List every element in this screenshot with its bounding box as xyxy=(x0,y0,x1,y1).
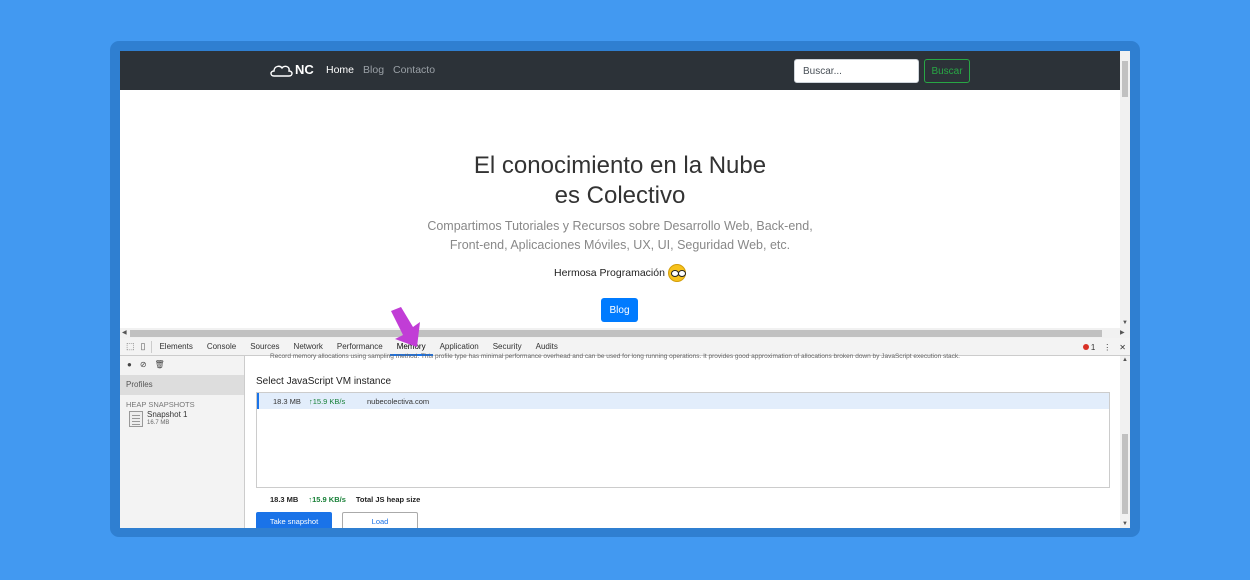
memory-sidebar: ● ⊘ 🗑 Profiles HEAP SNAPSHOTS Snapshot 1… xyxy=(120,356,245,528)
more-options-icon[interactable]: ⋮ xyxy=(1103,343,1111,352)
hero-title-line2: es Colectivo xyxy=(554,182,686,209)
nav-blog[interactable]: Blog xyxy=(363,64,384,76)
vm-instance-row[interactable]: 18.3 MB ↑15.9 KB/s nubecolectiva.com xyxy=(257,393,1109,409)
scroll-up-icon[interactable]: ▲ xyxy=(1122,357,1128,363)
snapshot-size: 16.7 MB xyxy=(147,420,170,426)
nerd-face-icon xyxy=(667,264,686,282)
trash-icon[interactable]: 🗑 xyxy=(155,360,165,369)
hero-title-line1: El conocimiento en la Nube xyxy=(473,152,767,179)
tagline-text: Hermosa Programación xyxy=(554,267,665,279)
device-toolbar-icon[interactable]: ▯ xyxy=(141,341,146,352)
devtools-scrollbar[interactable]: ▲ ▼ xyxy=(1120,356,1130,528)
nav-home[interactable]: Home xyxy=(326,64,354,76)
memory-panel: Record memory allocations using sampling… xyxy=(246,353,1120,528)
vm-rate: ↑15.9 KB/s xyxy=(309,396,346,406)
load-button[interactable]: Load xyxy=(342,512,418,528)
browser-viewport: NC Home Blog Contacto Buscar El conocimi… xyxy=(120,51,1130,528)
tab-console[interactable]: Console xyxy=(200,338,243,356)
total-size: 18.3 MB xyxy=(270,495,299,504)
navbar: NC Home Blog Contacto Buscar xyxy=(120,51,1120,90)
tagline: Hermosa Programación xyxy=(420,264,820,282)
scrollbar-thumb[interactable] xyxy=(1122,61,1128,97)
error-count: 1 xyxy=(1090,342,1096,352)
vm-instance-title: Select JavaScript VM instance xyxy=(256,376,392,387)
heap-snapshots-label: HEAP SNAPSHOTS xyxy=(126,400,195,409)
heap-totals: 18.3 MB ↑15.9 KB/s Total JS heap size xyxy=(270,495,420,504)
error-icon xyxy=(1082,343,1089,350)
nav-links: Home Blog Contacto xyxy=(326,64,435,76)
annotation-arrow-icon xyxy=(391,307,420,347)
scroll-right-icon[interactable]: ▶ xyxy=(1120,329,1125,336)
scroll-left-icon[interactable]: ◀ xyxy=(122,329,127,336)
devtools-actions: 1 ⋮ ✕ xyxy=(1082,338,1126,356)
vm-host: nubecolectiva.com xyxy=(367,396,430,406)
profile-description: Record memory allocations using sampling… xyxy=(270,353,960,360)
inspect-element-icon[interactable]: ⬚ xyxy=(126,341,135,352)
blog-button[interactable]: Blog xyxy=(601,298,638,322)
hero-title: El conocimiento en la Nube es Colectivo xyxy=(420,151,820,211)
snapshot-icon xyxy=(129,411,143,427)
cloud-icon xyxy=(270,65,293,77)
vm-size: 18.3 MB xyxy=(273,396,301,406)
scrollbar-thumb[interactable] xyxy=(130,330,1102,337)
scrollbar-thumb[interactable] xyxy=(1122,434,1128,514)
page-vertical-scrollbar[interactable]: ▼ xyxy=(1120,51,1130,328)
brand-logo[interactable]: NC xyxy=(269,62,314,77)
website: NC Home Blog Contacto Buscar El conocimi… xyxy=(120,51,1120,328)
snapshot-name: Snapshot 1 xyxy=(147,410,188,419)
snapshot-text: Snapshot 1 16.7 MB xyxy=(147,411,187,427)
scroll-down-icon[interactable]: ▼ xyxy=(1122,320,1128,326)
take-snapshot-button[interactable]: Take snapshot xyxy=(256,512,332,528)
brand-text: NC xyxy=(295,62,314,77)
hero-subtitle: Compartimos Tutoriales y Recursos sobre … xyxy=(400,217,840,255)
devtools-tools: ⬚ ▯ xyxy=(120,340,153,353)
sidebar-toolbar: ● ⊘ 🗑 xyxy=(120,356,244,372)
hero-sub-line1: Compartimos Tutoriales y Recursos sobre … xyxy=(427,219,813,233)
profiles-header[interactable]: Profiles xyxy=(120,375,244,395)
nav-contacto[interactable]: Contacto xyxy=(393,64,435,76)
total-label: Total JS heap size xyxy=(355,495,421,504)
hero-sub-line2: Front-end, Aplicaciones Móviles, UX, UI,… xyxy=(449,238,791,252)
total-rate: ↑15.9 KB/s xyxy=(308,495,346,504)
search-button[interactable]: Buscar xyxy=(924,59,970,83)
page-horizontal-scrollbar[interactable]: ◀ ▶ xyxy=(120,328,1130,338)
vm-instance-list: 18.3 MB ↑15.9 KB/s nubecolectiva.com xyxy=(256,392,1110,488)
close-icon[interactable]: ✕ xyxy=(1119,343,1126,352)
scroll-down-icon[interactable]: ▼ xyxy=(1122,521,1128,527)
snapshot-item[interactable]: Snapshot 1 16.7 MB xyxy=(120,411,244,427)
search-input[interactable] xyxy=(794,59,919,83)
record-icon[interactable]: ● xyxy=(127,360,132,369)
tab-elements[interactable]: Elements xyxy=(152,338,199,356)
clear-icon[interactable]: ⊘ xyxy=(140,360,147,369)
error-counter[interactable]: 1 xyxy=(1082,342,1096,352)
